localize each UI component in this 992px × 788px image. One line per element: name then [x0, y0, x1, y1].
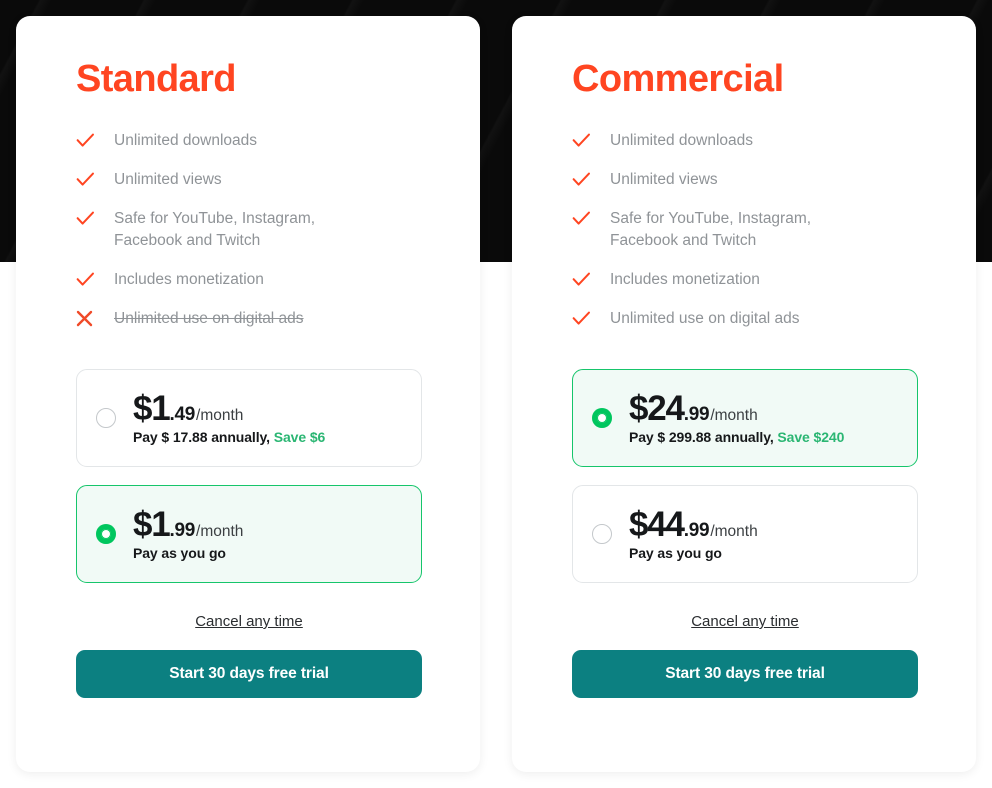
plan-title: Commercial	[572, 58, 784, 100]
price-savings-badge: Save $240	[777, 428, 845, 445]
pricing-plans-container: Standard Unlimited downloads Unlimited vie…	[0, 0, 992, 788]
feature-item: Unlimited downloads	[76, 130, 420, 152]
cancel-any-time-link[interactable]: Cancel any time	[572, 613, 918, 630]
feature-label: Unlimited downloads	[114, 131, 258, 149]
cross-icon	[76, 308, 100, 329]
feature-list: Unlimited downloads Unlimited views Safe f…	[76, 130, 420, 347]
check-icon	[572, 169, 596, 190]
check-icon	[572, 130, 596, 151]
price-period: /month	[196, 406, 244, 424]
plan-card-standard: Standard Unlimited downloads Unlimited vie…	[16, 16, 480, 772]
price-line: $1.49/month	[133, 391, 399, 426]
price-amount: $1	[133, 388, 171, 428]
price-cents: .99	[683, 519, 710, 541]
start-free-trial-button[interactable]: Start 30 days free trial	[572, 649, 918, 698]
price-billing-text: Pay $ 299.88 annually,	[629, 428, 778, 445]
feature-item: Unlimited use on digital ads	[572, 308, 916, 330]
check-icon	[76, 269, 100, 290]
price-period: /month	[196, 522, 244, 540]
price-line: $1.99/month	[133, 507, 399, 542]
feature-item: Safe for YouTube, Instagram, Facebook an…	[76, 208, 420, 252]
start-free-trial-button[interactable]: Start 30 days free trial	[76, 649, 422, 698]
check-icon	[572, 308, 596, 329]
price-cents: .99	[169, 519, 196, 541]
feature-item: Includes monetization	[76, 269, 420, 291]
price-line: $44.99/month	[629, 507, 895, 542]
price-period: /month	[710, 406, 758, 424]
feature-label: Unlimited downloads	[610, 131, 754, 149]
price-billing-text: Pay $ 17.88 annually,	[133, 428, 274, 445]
feature-label: Unlimited use on digital ads	[114, 309, 304, 327]
plan-card-commercial: Commercial Unlimited downloads Unlimited v…	[512, 16, 976, 772]
feature-label: Includes monetization	[114, 270, 264, 288]
feature-item: Unlimited views	[572, 169, 916, 191]
price-option[interactable]: $44.99/month Pay as you go	[572, 484, 918, 583]
feature-label: Unlimited views	[610, 170, 718, 188]
check-icon	[572, 269, 596, 290]
check-icon	[76, 208, 100, 229]
price-cents: .99	[683, 403, 710, 425]
feature-label: Safe for YouTube, Instagram, Facebook an…	[610, 209, 812, 249]
price-amount: $24	[629, 388, 685, 428]
feature-item: Unlimited downloads	[572, 130, 916, 152]
price-period: /month	[710, 522, 758, 540]
check-icon	[572, 208, 596, 229]
price-subtext: Pay as you go	[629, 545, 895, 561]
feature-item: Includes monetization	[572, 269, 916, 291]
price-cents: .49	[169, 403, 196, 425]
feature-label: Safe for YouTube, Instagram, Facebook an…	[114, 209, 316, 249]
feature-label: Includes monetization	[610, 270, 760, 288]
price-billing-text: Pay as you go	[629, 544, 722, 561]
price-amount: $1	[133, 504, 171, 544]
price-amount: $44	[629, 504, 685, 544]
price-option[interactable]: $24.99/month Pay $ 299.88 annually, Save …	[572, 368, 918, 467]
radio-button[interactable]	[592, 523, 612, 544]
price-option[interactable]: $1.49/month Pay $ 17.88 annually, Save $6	[76, 368, 422, 467]
price-savings-badge: Save $6	[273, 428, 326, 445]
feature-list: Unlimited downloads Unlimited views Safe f…	[572, 130, 916, 347]
plan-title: Standard	[76, 58, 237, 100]
price-subtext: Pay $ 299.88 annually, Save $240	[629, 429, 895, 445]
price-billing-text: Pay as you go	[133, 544, 226, 561]
radio-button-selected[interactable]	[96, 523, 116, 544]
radio-button[interactable]	[96, 407, 116, 428]
feature-label: Unlimited views	[114, 170, 222, 188]
check-icon	[76, 130, 100, 151]
price-subtext: Pay $ 17.88 annually, Save $6	[133, 429, 399, 445]
feature-item: Safe for YouTube, Instagram, Facebook an…	[572, 208, 916, 252]
feature-label: Unlimited use on digital ads	[610, 309, 800, 327]
price-option[interactable]: $1.99/month Pay as you go	[76, 484, 422, 583]
feature-item: Unlimited views	[76, 169, 420, 191]
radio-button-selected[interactable]	[592, 407, 612, 428]
price-line: $24.99/month	[629, 391, 895, 426]
cancel-any-time-link[interactable]: Cancel any time	[76, 613, 422, 630]
price-subtext: Pay as you go	[133, 545, 399, 561]
feature-item: Unlimited use on digital ads	[76, 308, 420, 330]
check-icon	[76, 169, 100, 190]
